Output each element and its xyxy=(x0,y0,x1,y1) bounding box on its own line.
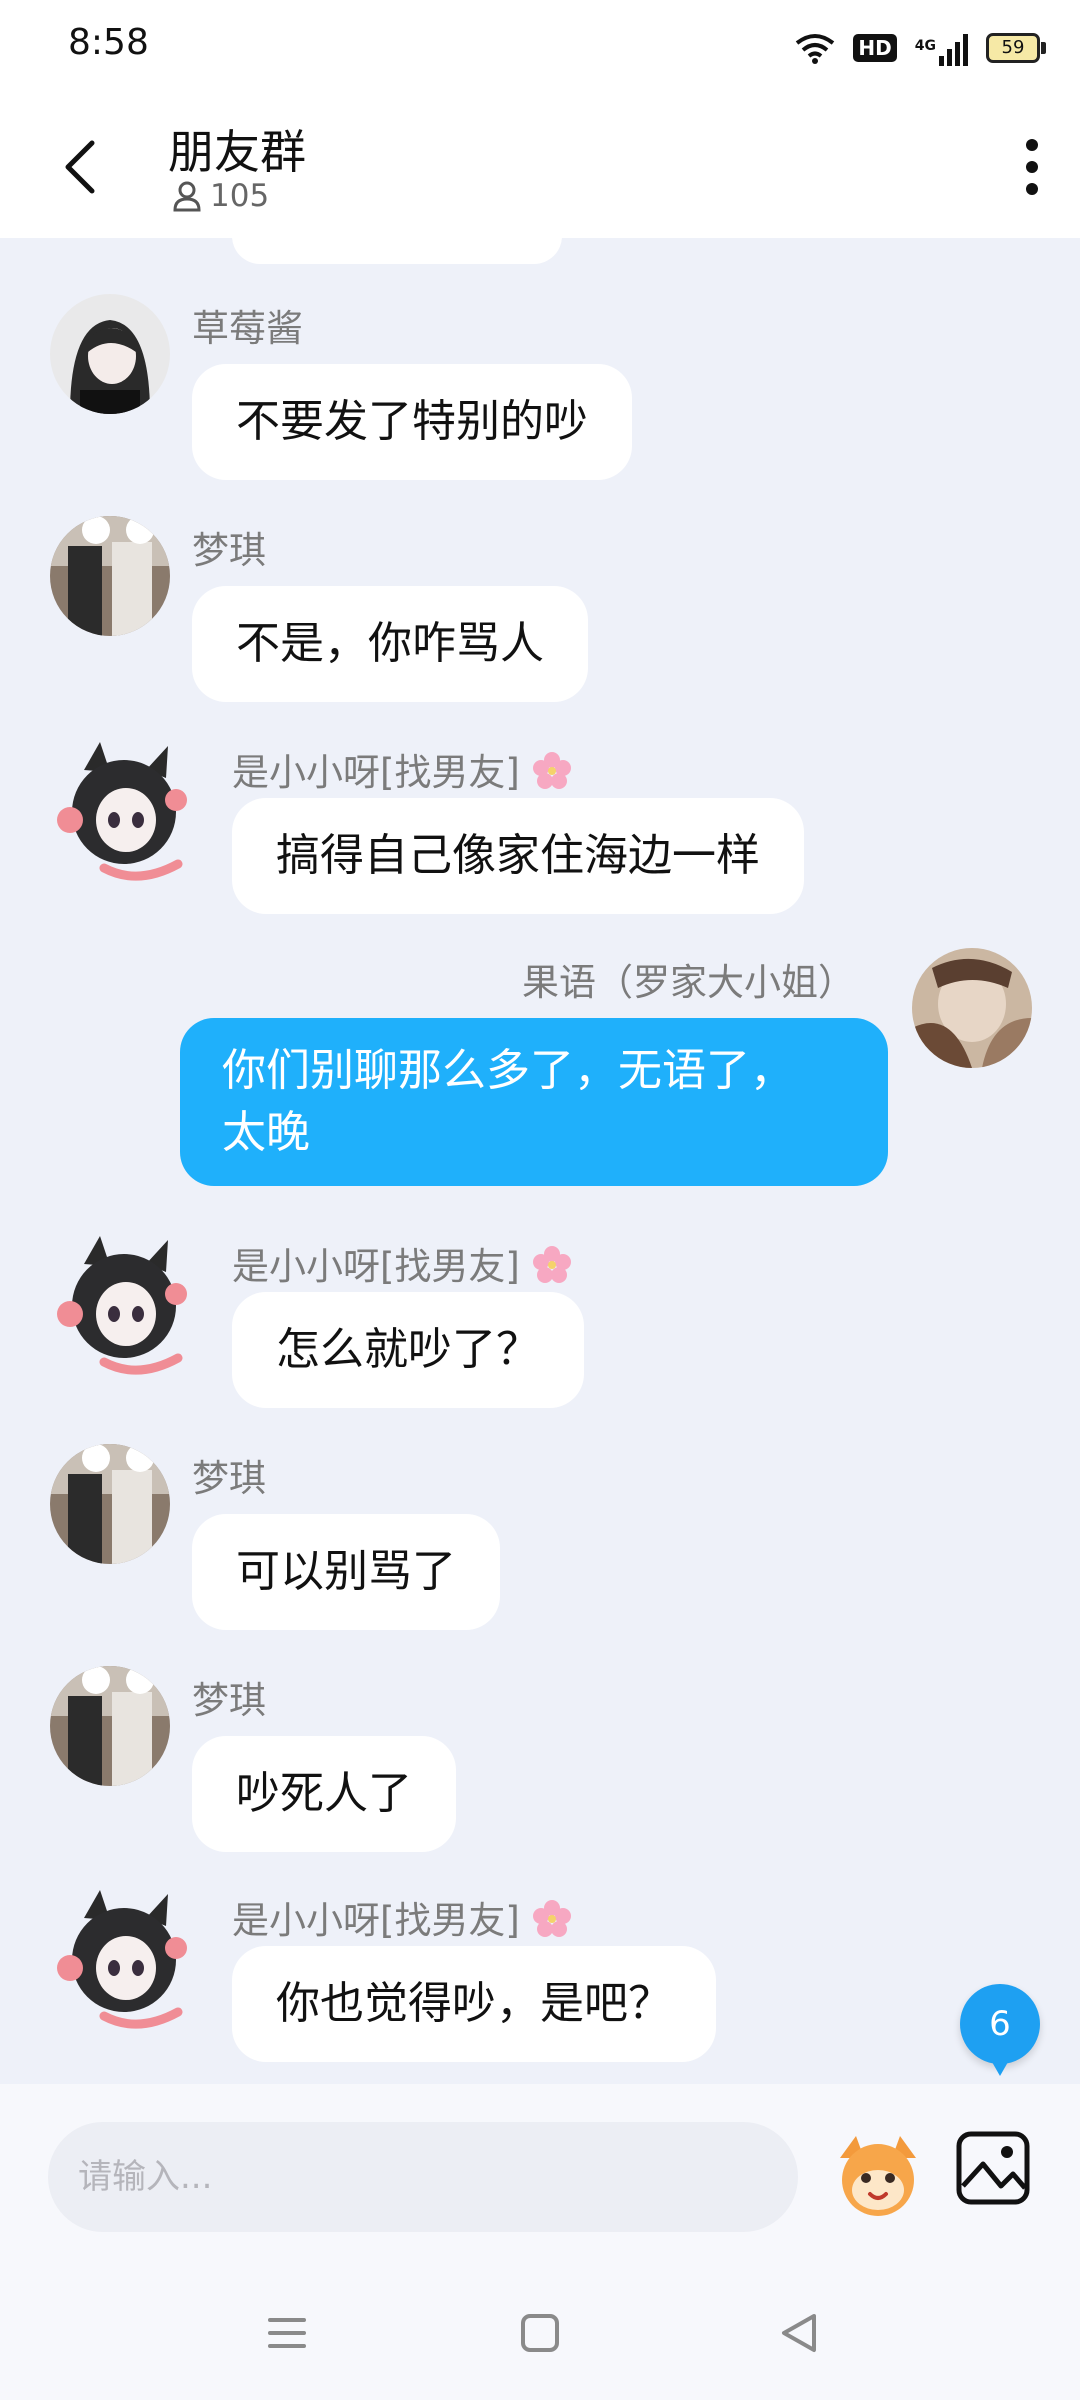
message-bubble[interactable]: 怎么就吵了？ xyxy=(232,1292,584,1408)
sender-name: 是小小呀[找男友] xyxy=(232,742,572,796)
emoji-button[interactable] xyxy=(830,2128,926,2224)
avatar[interactable] xyxy=(50,516,170,636)
avatar[interactable] xyxy=(48,1230,196,1378)
more-button[interactable] xyxy=(1002,132,1062,202)
message-bubble[interactable]: 可以别骂了 xyxy=(192,1514,500,1630)
previous-message-bubble xyxy=(232,238,562,264)
sender-name: 是小小呀[找男友] xyxy=(232,1236,572,1290)
avatar[interactable] xyxy=(50,294,170,414)
sender-name-label: 是小小呀[找男友] xyxy=(232,751,520,794)
sender-name: 梦琪 xyxy=(192,1679,266,1722)
sakura-icon xyxy=(532,1246,571,1283)
message-bubble[interactable]: 你也觉得吵，是吧？ xyxy=(232,1946,716,2062)
input-bar: 请输入... xyxy=(0,2084,1080,2264)
hd-badge: HD xyxy=(853,34,897,62)
status-time: 8:58 xyxy=(68,22,149,63)
sender-name: 果语（罗家大小姐） xyxy=(522,961,855,1004)
sender-name-label: 是小小呀[找男友] xyxy=(232,1245,520,1288)
avatar[interactable] xyxy=(50,1444,170,1564)
image-icon xyxy=(956,2131,1030,2205)
back-button[interactable] xyxy=(50,132,110,202)
message-bubble[interactable]: 吵死人了 xyxy=(192,1736,456,1852)
avatar[interactable] xyxy=(50,1666,170,1786)
emoji-icon xyxy=(840,2136,916,2216)
status-icons: HD 4G 59 xyxy=(795,26,1046,70)
wifi-icon xyxy=(796,34,835,64)
sender-name-label: 是小小呀[找男友] xyxy=(232,1899,520,1942)
input-placeholder: 请输入... xyxy=(78,2157,213,2197)
sakura-icon xyxy=(532,752,571,789)
sender-name: 梦琪 xyxy=(192,529,266,572)
menu-nav-icon xyxy=(268,2318,306,2348)
sender-name: 是小小呀[找男友] xyxy=(232,1890,572,1944)
back-nav-icon xyxy=(782,2314,816,2352)
unread-count-badge[interactable]: 6 xyxy=(960,1984,1040,2076)
home-nav-icon xyxy=(521,2314,559,2352)
chat-header: 朋友群 105 xyxy=(0,96,1080,238)
menu-nav-button[interactable] xyxy=(262,2308,312,2358)
image-button[interactable] xyxy=(955,2130,1031,2206)
battery-level: 59 xyxy=(1001,37,1025,58)
my-message-bubble[interactable]: 你们别聊那么多了，无语了， 太晚 xyxy=(180,1018,888,1186)
message-line: 太晚 xyxy=(222,1107,310,1158)
sakura-icon xyxy=(532,1900,571,1937)
message-list[interactable]: 草莓酱 不要发了特别的吵 梦琪 不是，你咋骂人 是小小呀[找男友] 搞得自己像家… xyxy=(0,238,1080,2084)
home-nav-button[interactable] xyxy=(515,2308,565,2358)
person-icon xyxy=(173,181,201,212)
avatar[interactable] xyxy=(48,736,196,884)
back-icon xyxy=(65,140,95,194)
network-type: 4G xyxy=(914,38,936,54)
battery-icon: 59 xyxy=(986,33,1046,63)
avatar[interactable] xyxy=(48,1884,196,2032)
member-count-label: 105 xyxy=(210,178,270,214)
message-line: 你们别聊那么多了，无语了， xyxy=(222,1045,794,1096)
system-nav-bar xyxy=(0,2264,1080,2400)
more-icon xyxy=(1026,139,1038,195)
sender-name: 草莓酱 xyxy=(192,307,303,350)
message-bubble[interactable]: 搞得自己像家住海边一样 xyxy=(232,798,804,914)
group-title: 朋友群 xyxy=(168,125,306,179)
member-count[interactable]: 105 xyxy=(172,178,269,214)
status-bar: 8:58 HD 4G 59 xyxy=(0,0,1080,96)
back-nav-button[interactable] xyxy=(774,2308,824,2358)
message-input[interactable]: 请输入... xyxy=(48,2122,798,2232)
message-bubble[interactable]: 不要发了特别的吵 xyxy=(192,364,632,480)
my-avatar[interactable] xyxy=(912,948,1032,1068)
signal-icon: 4G xyxy=(915,30,968,66)
message-bubble[interactable]: 不是，你咋骂人 xyxy=(192,586,588,702)
sender-name: 梦琪 xyxy=(192,1457,266,1500)
